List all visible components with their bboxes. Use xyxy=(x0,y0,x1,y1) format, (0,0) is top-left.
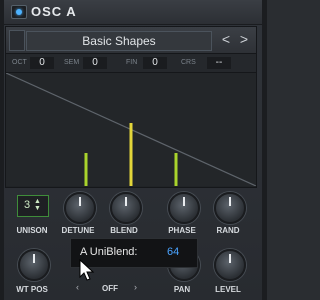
wavetable-name[interactable]: Basic Shapes xyxy=(26,31,212,51)
fin-control: FIN xyxy=(126,54,137,72)
crs-control: CRS xyxy=(181,54,196,72)
crs-label: CRS xyxy=(181,59,196,66)
knob-indicator xyxy=(79,197,81,206)
unison-voices-selector[interactable]: 3 ▲ ▼ xyxy=(17,195,49,217)
detune-knob[interactable] xyxy=(64,192,96,224)
wt-pos-label: WT POS xyxy=(16,285,48,294)
pan-label: PAN xyxy=(173,285,191,294)
osc-power-toggle[interactable] xyxy=(11,5,27,19)
up-down-arrows-icon: ▲ ▼ xyxy=(34,198,41,212)
right-edge xyxy=(262,0,267,300)
unison-value: 3 xyxy=(24,199,31,211)
knob-indicator xyxy=(229,254,231,263)
phase-label: PHASE xyxy=(168,226,196,235)
detune-label: DETUNE xyxy=(61,226,95,235)
wavetable-frame: Basic Shapes < > OCT 0 SEM 0 FIN 0 CRS -… xyxy=(5,26,257,188)
oct-control: OCT xyxy=(12,54,27,72)
chevron-left-icon[interactable]: < xyxy=(218,31,234,49)
tooltip-label: A UniBlend: xyxy=(80,246,138,258)
pitch-row: OCT 0 SEM 0 FIN 0 CRS -- xyxy=(6,54,256,73)
unison-mode-selector[interactable]: ‹ OFF › xyxy=(72,282,158,296)
wt-pos-knob[interactable] xyxy=(18,249,50,281)
oct-label: OCT xyxy=(12,59,27,66)
wavetable-name-bar: Basic Shapes < > xyxy=(6,27,256,54)
sem-control: SEM xyxy=(64,54,79,72)
osc-header: OSC A xyxy=(4,0,262,25)
phase-knob[interactable] xyxy=(168,192,200,224)
left-edge xyxy=(0,0,4,300)
level-knob[interactable] xyxy=(214,249,246,281)
chevron-left-icon[interactable]: ‹ xyxy=(76,282,79,292)
waveform-graph xyxy=(5,72,257,187)
knob-indicator xyxy=(183,197,185,206)
rand-knob[interactable] xyxy=(214,192,246,224)
knob-indicator xyxy=(229,197,231,206)
waveform-display[interactable] xyxy=(5,72,257,187)
mouse-cursor-icon xyxy=(79,259,95,281)
fin-value[interactable]: 0 xyxy=(143,57,167,69)
unison-mode-value: OFF xyxy=(102,284,118,293)
crs-value[interactable]: -- xyxy=(207,57,231,69)
sem-label: SEM xyxy=(64,59,80,66)
wavetable-menu-button[interactable] xyxy=(9,30,25,51)
tooltip-value: 64 xyxy=(167,246,180,258)
knob-indicator xyxy=(33,254,35,263)
blend-knob[interactable] xyxy=(110,192,142,224)
fin-label: FIN xyxy=(126,59,138,66)
oct-value[interactable]: 0 xyxy=(30,57,54,69)
level-label: LEVEL xyxy=(215,285,241,294)
chevron-right-icon[interactable]: > xyxy=(236,31,252,49)
power-toggle-icon xyxy=(16,9,22,15)
knob-indicator xyxy=(125,197,127,206)
sem-value[interactable]: 0 xyxy=(83,57,107,69)
rand-label: RAND xyxy=(216,226,240,235)
chevron-right-icon[interactable]: › xyxy=(134,282,137,292)
blend-label: BLEND xyxy=(110,226,138,235)
osc-title: OSC A xyxy=(31,4,77,19)
unison-label: UNISON xyxy=(16,226,48,235)
